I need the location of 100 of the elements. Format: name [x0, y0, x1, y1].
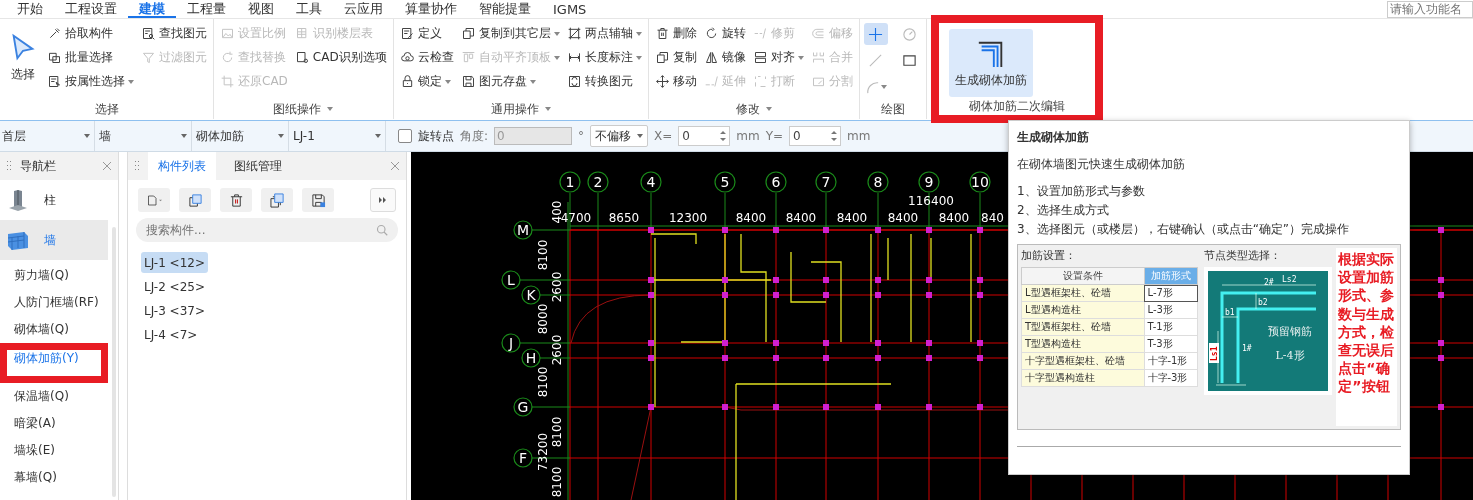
- ribbon-button[interactable]: 两点辅轴: [564, 23, 644, 44]
- dimension-text: 8100: [550, 466, 564, 498]
- delete-component-button[interactable]: [220, 188, 252, 212]
- ribbon-button[interactable]: 复制到其它层: [458, 23, 562, 44]
- group-title: 砌体加筋二次编辑: [968, 97, 1065, 115]
- funnel-icon: [141, 50, 156, 65]
- axis-marker: G: [513, 397, 533, 417]
- ribbon-button[interactable]: 云检查: [397, 47, 456, 68]
- component-item[interactable]: LJ-2 <25>: [141, 276, 208, 297]
- ribbon-large-button[interactable]: 生成砌体加筋: [948, 29, 1033, 97]
- component-item[interactable]: LJ-1 <12>: [141, 252, 208, 273]
- nav-item[interactable]: 砌体加筋(Y): [0, 343, 108, 383]
- nav-item[interactable]: 剪力墙(Q): [0, 262, 108, 289]
- rotate-point-label: 旋转点: [418, 127, 454, 145]
- list-select-icon: [47, 74, 62, 89]
- ribbon-button[interactable]: 按属性选择: [45, 71, 136, 92]
- ribbon-button[interactable]: 复制: [652, 47, 699, 68]
- dropdown[interactable]: 墙: [95, 121, 192, 151]
- menu-tab[interactable]: 建模: [128, 0, 176, 18]
- menu-tab[interactable]: 工具: [285, 0, 333, 18]
- caret-icon[interactable]: [327, 107, 334, 111]
- axis-marker: L: [501, 270, 521, 290]
- dimension-text: 8100: [536, 366, 550, 398]
- ribbon-button[interactable]: 转换图元: [564, 71, 644, 92]
- save-component-button[interactable]: [302, 188, 334, 212]
- panel-tab[interactable]: 构件列表: [148, 152, 216, 180]
- new-component-button[interactable]: [138, 188, 170, 212]
- ribbon-button[interactable]: 锁定: [397, 71, 456, 92]
- close-icon[interactable]: [390, 161, 400, 171]
- function-search-field[interactable]: 请输入功能名: [1387, 0, 1473, 18]
- menu-tab[interactable]: IGMS: [542, 0, 598, 18]
- dimension-text: 840: [981, 211, 1004, 225]
- component-item[interactable]: LJ-3 <37>: [141, 300, 208, 321]
- line-icon: [868, 53, 884, 69]
- caret-icon[interactable]: [544, 107, 551, 111]
- component-item[interactable]: LJ-4 <7>: [141, 324, 201, 345]
- ribbon-button[interactable]: 旋转: [701, 23, 748, 44]
- ribbon-button[interactable]: 拾取构件: [45, 23, 136, 44]
- expand-button[interactable]: [370, 188, 396, 212]
- ribbon-button[interactable]: 对齐: [750, 47, 806, 68]
- ribbon-button[interactable]: 镜像: [701, 47, 748, 68]
- ribbon-button[interactable]: 定义: [397, 23, 456, 44]
- ribbon-button[interactable]: CAD识别选项: [292, 47, 389, 68]
- menu-tab[interactable]: 智能提量: [468, 0, 542, 18]
- ribbon-large-button[interactable]: 选择: [4, 23, 42, 91]
- tooltip-description: 在砌体墙图元快速生成砌体加筋: [1017, 156, 1186, 173]
- convert-icon: [566, 74, 582, 89]
- nav-item[interactable]: 幕墙(Q): [0, 464, 108, 491]
- extend-icon: [703, 74, 719, 89]
- copy-icon: [460, 26, 476, 41]
- nav-item[interactable]: 人防门框墙(RF): [0, 289, 108, 316]
- rectangle-icon: [902, 53, 918, 69]
- ribbon-button[interactable]: 批量选择: [45, 47, 136, 68]
- ribbon-button[interactable]: 查找图元: [139, 23, 209, 44]
- nav-item[interactable]: 砌体墙(Q): [0, 316, 108, 343]
- axis-marker: 9: [918, 171, 940, 193]
- menu-tab[interactable]: 开始: [6, 0, 54, 18]
- nav-item[interactable]: 墙垛(E): [0, 437, 108, 464]
- caret-icon: [529, 79, 536, 84]
- crosshair-icon: [868, 26, 884, 42]
- dropdown[interactable]: 首层: [0, 121, 95, 151]
- menu-tab[interactable]: 算量协作: [394, 0, 468, 18]
- table-cell: 十字-1形: [1144, 352, 1198, 370]
- component-search-field[interactable]: 搜索构件...: [136, 218, 398, 242]
- copy-icon: [654, 50, 670, 65]
- menu-tab[interactable]: 云应用: [333, 0, 394, 18]
- close-icon[interactable]: [102, 161, 112, 171]
- menu-tab[interactable]: 工程量: [176, 0, 237, 18]
- save-icon: [460, 74, 476, 89]
- axis-marker: F: [513, 448, 533, 468]
- picture-frame-icon: [220, 26, 235, 41]
- nav-item[interactable]: 保温墙(Q): [0, 383, 108, 410]
- nav-item[interactable]: 暗梁(A): [0, 410, 108, 437]
- menu-tab[interactable]: 工程设置: [54, 0, 128, 18]
- ribbon-button[interactable]: 图元存盘: [458, 71, 562, 92]
- draw-tool-button[interactable]: [863, 23, 888, 45]
- search-icon: [376, 224, 388, 236]
- mirror-icon: [703, 50, 719, 65]
- group-title: 绘图: [880, 100, 905, 118]
- panel-tab[interactable]: 图纸管理: [224, 152, 292, 180]
- copy-layers-button[interactable]: [261, 188, 293, 212]
- instruction-note: 根据实际设置加筋形式、参数与生成方式，检查无误后点击“确定”按钮: [1336, 248, 1397, 426]
- ribbon-button[interactable]: 长度标注: [564, 47, 644, 68]
- ribbon-button[interactable]: 移动: [652, 71, 699, 92]
- caret-icon[interactable]: [765, 107, 772, 111]
- checkbox[interactable]: [398, 129, 412, 143]
- nav-category[interactable]: 墙: [0, 220, 108, 260]
- dropdown[interactable]: LJ-1: [289, 121, 386, 151]
- dropdown[interactable]: 砌体加筋: [192, 121, 289, 151]
- coordinate-field[interactable]: 0: [678, 126, 731, 146]
- menu-tab[interactable]: 视图: [237, 0, 285, 18]
- offset-dropdown[interactable]: 不偏移: [590, 125, 649, 147]
- copy-component-button[interactable]: [179, 188, 211, 212]
- ribbon-button[interactable]: 删除: [652, 23, 699, 44]
- grip-icon[interactable]: [134, 160, 140, 172]
- grip-icon[interactable]: [6, 160, 12, 172]
- coordinate-field[interactable]: 0: [789, 126, 842, 146]
- dimension-text: 2600: [550, 334, 564, 366]
- nav-category[interactable]: 柱: [0, 180, 108, 220]
- dimension-text: 2600: [550, 271, 564, 303]
